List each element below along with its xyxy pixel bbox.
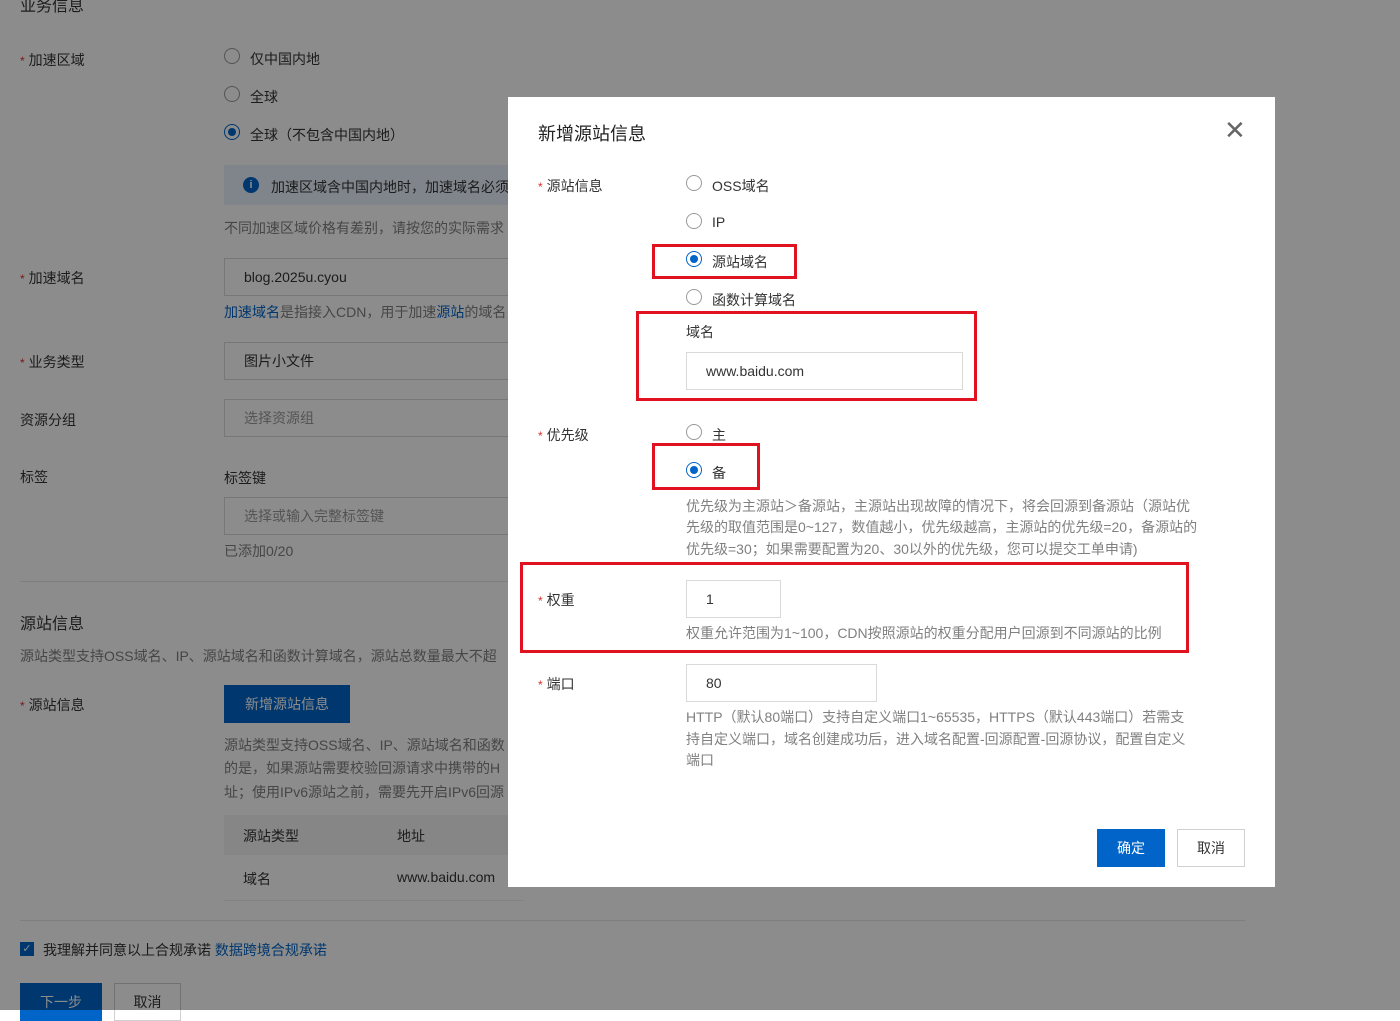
radio-label: 主 [712, 425, 726, 445]
port-label: *端口 [538, 674, 575, 694]
highlight-box [652, 244, 797, 279]
priority-help-line: 先级的取值范围是0~127，数值越小，优先级越高，主源站的优先级=20，备源站的 [686, 517, 1197, 539]
radio-label: 函数计算域名 [712, 290, 796, 310]
highlight-box [652, 443, 760, 490]
radio-ip[interactable] [686, 213, 702, 229]
port-help-line: 持自定义端口，域名创建成功后，进入域名配置-回源配置-回源协议，配置自定义 [686, 729, 1185, 751]
confirm-button[interactable]: 确定 [1097, 829, 1165, 867]
radio-primary[interactable] [686, 424, 702, 440]
priority-help-line: 优先级为主源站＞备源站，主源站出现故障的情况下，将会回源到备源站（源站优 [686, 496, 1190, 518]
origin-type-label: *源站信息 [538, 176, 603, 196]
add-origin-dialog: 新增源站信息 ✕ *源站信息 OSS域名 IP 源站域名 函数计算域名 域名 w… [508, 97, 1275, 887]
port-help-line: HTTP（默认80端口）支持自定义端口1~65535，HTTPS（默认443端口… [686, 707, 1184, 729]
highlight-box [636, 311, 977, 401]
priority-label: *优先级 [538, 425, 589, 445]
radio-fc-domain[interactable] [686, 289, 702, 305]
dialog-title: 新增源站信息 [538, 120, 646, 146]
radio-oss[interactable] [686, 175, 702, 191]
dialog-cancel-button[interactable]: 取消 [1177, 829, 1245, 867]
radio-label: OSS域名 [712, 176, 770, 196]
port-input[interactable]: 80 [686, 664, 877, 702]
radio-label: IP [712, 214, 725, 230]
port-help-line: 端口 [686, 750, 714, 772]
priority-help-line: 优先级=30；如果需要配置为20、30以外的优先级，您可以提交工单申请) [686, 539, 1138, 561]
close-icon[interactable]: ✕ [1224, 117, 1246, 143]
highlight-box [520, 562, 1189, 653]
